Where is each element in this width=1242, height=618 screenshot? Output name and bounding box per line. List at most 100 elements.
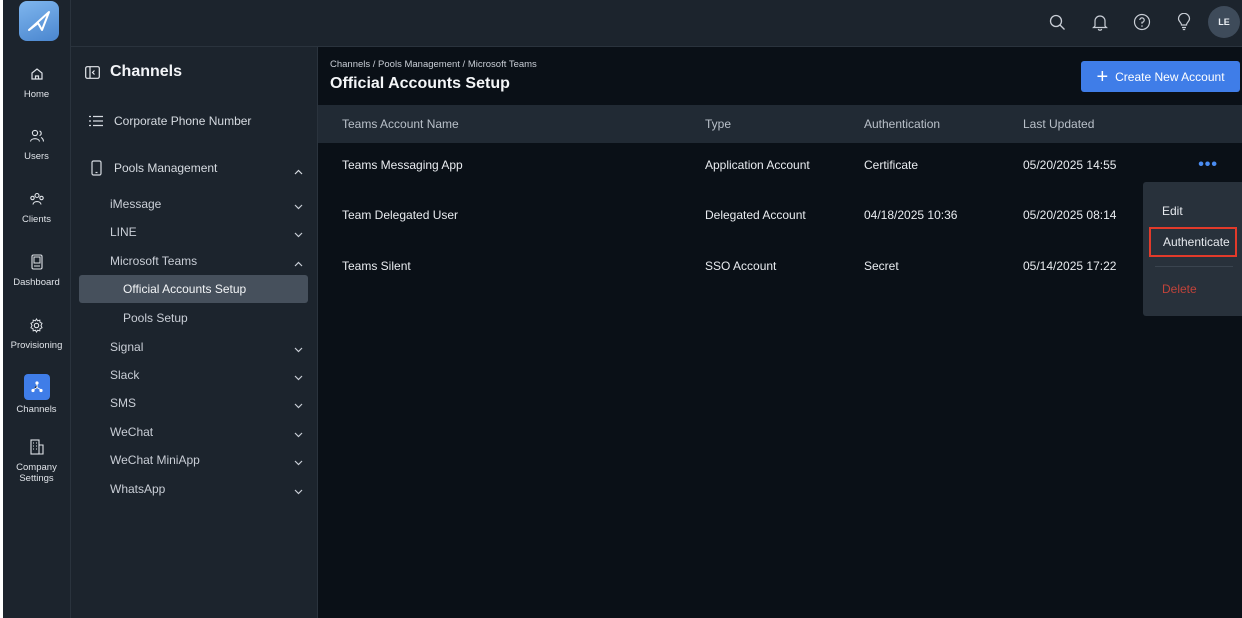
sidebar-item-imessage[interactable]: iMessage — [71, 190, 317, 218]
channels-icon — [23, 374, 50, 400]
app-logo[interactable] — [19, 1, 59, 41]
cell-last-updated: 05/20/2025 14:55 — [1023, 158, 1117, 172]
panel-collapse-icon[interactable] — [85, 65, 100, 79]
chevron-down-icon — [294, 199, 303, 213]
rail-label-channels: Channels — [16, 404, 57, 415]
chevron-down-icon — [294, 455, 303, 469]
lightbulb-icon[interactable] — [1172, 10, 1196, 34]
building-icon — [26, 436, 48, 458]
sidebar-item-pools-management[interactable]: Pools Management — [71, 157, 317, 179]
table-row[interactable]: Teams Silent SSO Account Secret 05/14/20… — [318, 244, 1242, 294]
menu-item-delete[interactable]: Delete — [1143, 274, 1242, 304]
sidebar-item-wechat-miniapp[interactable]: WeChat MiniApp — [71, 446, 317, 474]
sidebar-item-official-accounts-setup[interactable]: Official Accounts Setup — [79, 275, 308, 303]
sidebar-item-label: WeChat MiniApp — [110, 453, 200, 467]
column-header-name[interactable]: Teams Account Name — [342, 117, 459, 131]
rail-item-channels[interactable]: Channels — [3, 374, 70, 415]
sidebar-item-slack[interactable]: Slack — [71, 361, 317, 389]
cell-last-updated: 05/20/2025 08:14 — [1023, 208, 1117, 222]
create-new-account-button[interactable]: + Create New Account — [1081, 61, 1240, 92]
sidebar-item-wechat[interactable]: WeChat — [71, 418, 317, 446]
sidebar-item-microsoft-teams[interactable]: Microsoft Teams — [71, 247, 317, 275]
table-row[interactable]: Teams Messaging App Application Account … — [318, 143, 1242, 193]
rail-label-home: Home — [23, 89, 50, 100]
sidebar-item-label: Signal — [110, 340, 144, 354]
sidebar-header: Channels — [85, 63, 182, 81]
chevron-down-icon — [294, 342, 303, 356]
chevron-down-icon — [294, 227, 303, 241]
cell-name: Team Delegated User — [342, 208, 459, 222]
chevron-down-icon — [294, 370, 303, 384]
top-bar: LE — [71, 0, 1242, 47]
cell-name: Teams Silent — [342, 259, 411, 273]
dashboard-icon — [26, 251, 48, 273]
table-row[interactable]: Team Delegated User Delegated Account 04… — [318, 193, 1242, 243]
cell-last-updated: 05/14/2025 17:22 — [1023, 259, 1117, 273]
sidebar-item-label: Official Accounts Setup — [123, 282, 247, 296]
sidebar-item-label: WeChat — [110, 425, 154, 439]
sidebar-item-label: Pools Management — [114, 161, 218, 175]
logo-icon — [28, 11, 50, 31]
icon-rail: Home Users Clients Dashboard Provisionin — [3, 0, 71, 618]
row-actions-menu: Edit Authenticate Delete — [1143, 182, 1242, 316]
sidebar-item-line[interactable]: LINE — [71, 218, 317, 246]
chevron-down-icon — [294, 427, 303, 441]
rail-item-home[interactable]: Home — [3, 63, 70, 100]
menu-item-label: Delete — [1162, 282, 1197, 296]
cell-name: Teams Messaging App — [342, 158, 463, 172]
rail-label-dashboard: Dashboard — [13, 277, 60, 288]
sidebar-item-label: Pools Setup — [123, 311, 188, 325]
plus-icon: + — [1096, 65, 1109, 88]
column-header-type[interactable]: Type — [705, 117, 731, 131]
sidebar-item-sms[interactable]: SMS — [71, 389, 317, 417]
column-header-authentication[interactable]: Authentication — [864, 117, 940, 131]
app-window: Home Users Clients Dashboard Provisionin — [3, 0, 1242, 618]
rail-label-clients: Clients — [21, 214, 52, 225]
table-header: Teams Account Name Type Authentication L… — [318, 105, 1242, 143]
sidebar-item-label: iMessage — [110, 197, 162, 211]
clients-icon — [26, 188, 48, 210]
sidebar-title: Channels — [110, 63, 183, 80]
breadcrumb[interactable]: Channels / Pools Management / Microsoft … — [330, 59, 537, 70]
menu-item-label: Edit — [1162, 204, 1183, 218]
main-content: Channels / Pools Management / Microsoft … — [318, 47, 1242, 618]
menu-item-authenticate[interactable]: Authenticate — [1149, 227, 1237, 257]
users-icon — [26, 125, 48, 147]
sidebar-item-label: Corporate Phone Number — [114, 114, 252, 128]
sidebar-item-pools-setup[interactable]: Pools Setup — [79, 304, 308, 332]
rail-item-clients[interactable]: Clients — [3, 188, 70, 225]
search-icon[interactable] — [1045, 10, 1069, 34]
cell-type: SSO Account — [705, 259, 777, 273]
sidebar-item-label: WhatsApp — [110, 482, 166, 496]
sidebar-item-signal[interactable]: Signal — [71, 333, 317, 361]
menu-item-edit[interactable]: Edit — [1143, 196, 1242, 226]
bell-icon[interactable] — [1088, 10, 1112, 34]
sidebar-item-whatsapp[interactable]: WhatsApp — [71, 475, 317, 503]
rail-item-company-settings[interactable]: Company Settings — [3, 436, 70, 484]
cell-type: Delegated Account — [705, 208, 806, 222]
chevron-up-icon — [294, 256, 303, 270]
page-title: Official Accounts Setup — [330, 75, 510, 92]
column-header-last-updated[interactable]: Last Updated — [1023, 117, 1094, 131]
rail-label-provisioning: Provisioning — [10, 340, 63, 351]
sidebar-item-label: Microsoft Teams — [110, 254, 198, 268]
rail-item-provisioning[interactable]: Provisioning — [3, 314, 70, 351]
sidebar-item-corporate-phone[interactable]: Corporate Phone Number — [71, 110, 317, 132]
button-label: Create New Account — [1115, 69, 1225, 84]
menu-item-label: Authenticate — [1163, 235, 1230, 249]
row-actions-more-icon[interactable]: ••• — [1198, 156, 1218, 174]
cell-authentication: Certificate — [864, 158, 919, 172]
cell-type: Application Account — [705, 158, 810, 172]
rail-label-company-settings: Company Settings — [16, 462, 57, 484]
rail-item-dashboard[interactable]: Dashboard — [3, 251, 70, 288]
cell-authentication: Secret — [864, 259, 899, 273]
chevron-down-icon — [294, 484, 303, 498]
gear-icon — [26, 314, 48, 336]
rail-label-users: Users — [24, 151, 49, 162]
help-icon[interactable] — [1130, 10, 1154, 34]
list-icon — [84, 115, 108, 127]
phone-icon — [84, 160, 108, 176]
chevron-down-icon — [294, 398, 303, 412]
avatar[interactable]: LE — [1208, 6, 1240, 38]
rail-item-users[interactable]: Users — [3, 125, 70, 162]
